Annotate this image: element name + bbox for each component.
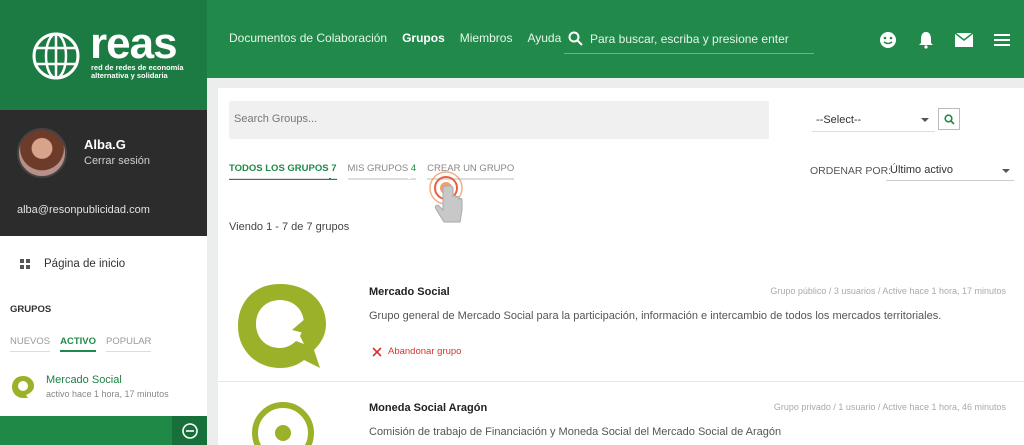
filter-select-value: --Select-- — [816, 114, 862, 126]
group-search-placeholder: Search Groups... — [234, 113, 318, 125]
mail-icon[interactable] — [954, 30, 974, 50]
grid-icon — [20, 259, 30, 269]
tab-mis-grupos[interactable]: MIS GRUPOS 4 — [347, 163, 417, 180]
profile-email: alba@resonpublicidad.com — [17, 204, 150, 216]
group-description: Grupo general de Mercado Social para la … — [369, 310, 942, 322]
brand-logo[interactable]: reas red de redes de economía alternativ… — [0, 0, 207, 110]
sidebar-item-home[interactable]: Página de inicio — [20, 258, 125, 270]
tab-nuevos[interactable]: NUEVOS — [10, 336, 51, 352]
sidebar-group-meta: activo hace 1 hora, 17 minutos — [46, 389, 169, 399]
main-content: Search Groups... --Select-- TODOS LOS GR… — [218, 88, 1024, 445]
filter-select[interactable]: --Select-- — [812, 108, 935, 132]
search-icon — [568, 31, 583, 46]
collapse-button[interactable] — [172, 416, 207, 445]
group-list-item: Mercado Social Grupo público / 3 usuario… — [218, 268, 1024, 382]
profile-panel: Alba.G Cerrar sesión alba@resonpublicida… — [0, 110, 207, 236]
sidebar-group-name[interactable]: Mercado Social — [46, 374, 169, 386]
avatar[interactable] — [17, 128, 67, 178]
hamburger-menu-icon[interactable] — [992, 30, 1012, 50]
search-icon — [943, 113, 955, 125]
group-meta: Grupo público / 3 usuarios / Active hace… — [770, 286, 1006, 296]
nav-item-miembros[interactable]: Miembros — [460, 31, 513, 45]
sidebar-group-item[interactable]: Mercado Social activo hace 1 hora, 17 mi… — [10, 374, 169, 400]
top-icons — [878, 30, 1012, 50]
nav-item-documentos[interactable]: Documentos de Colaboración — [229, 31, 387, 45]
logout-link[interactable]: Cerrar sesión — [84, 155, 150, 167]
group-list-item: Moneda Social Aragón Grupo privado / 1 u… — [218, 384, 1024, 445]
sidebar-footer — [0, 416, 207, 445]
bell-icon[interactable] — [916, 30, 936, 50]
group-name[interactable]: Mercado Social — [369, 286, 450, 298]
brand-tagline: red de redes de economía alternativa y s… — [91, 64, 184, 80]
sidebar: Alba.G Cerrar sesión alba@resonpublicida… — [0, 110, 207, 445]
smiley-icon[interactable] — [878, 30, 898, 50]
tab-todos-los-grupos[interactable]: TODOS LOS GRUPOS 7 — [229, 163, 337, 180]
tab-label: MIS GRUPOS — [347, 163, 409, 179]
main-nav: Documentos de Colaboración Grupos Miembr… — [229, 31, 576, 45]
group-name[interactable]: Moneda Social Aragón — [369, 402, 487, 414]
chevron-down-icon — [1002, 169, 1010, 173]
close-icon — [372, 346, 382, 357]
global-search-placeholder: Para buscar, escriba y presione enter — [590, 32, 789, 46]
brand-name: reas — [90, 19, 178, 68]
hand-pointer-icon — [429, 171, 463, 223]
tab-popular[interactable]: POPULAR — [106, 336, 152, 352]
nav-item-ayuda[interactable]: Ayuda — [527, 31, 561, 45]
minus-circle-icon — [181, 422, 198, 439]
globe-icon — [32, 32, 80, 80]
tab-count: 4 — [410, 163, 417, 179]
order-by-label: ORDENAR POR: — [810, 165, 892, 177]
tab-count: 7 — [331, 163, 337, 179]
sidebar-group-tabs: NUEVOS ACTIVO POPULAR — [10, 336, 152, 352]
mercado-social-logo-icon[interactable] — [234, 278, 330, 374]
group-logo-icon — [12, 376, 34, 398]
group-description: Comisión de trabajo de Financiación y Mo… — [369, 426, 782, 438]
order-by-select[interactable]: Último activo — [886, 159, 1014, 181]
tab-label: TODOS LOS GRUPOS — [229, 163, 329, 179]
chevron-down-icon — [921, 118, 929, 122]
order-by-value: Último activo — [890, 164, 953, 176]
leave-group-label: Abandonar grupo — [388, 346, 462, 357]
search-submit-button[interactable] — [938, 108, 960, 130]
global-search-input[interactable]: Para buscar, escriba y presione enter — [564, 22, 814, 54]
profile-name[interactable]: Alba.G — [84, 137, 126, 152]
nav-item-grupos[interactable]: Grupos — [402, 31, 445, 45]
results-count: Viendo 1 - 7 de 7 grupos — [229, 221, 350, 233]
moneda-social-logo-icon[interactable] — [248, 398, 318, 445]
group-meta: Grupo privado / 1 usuario / Active hace … — [773, 402, 1006, 412]
group-search-input[interactable]: Search Groups... — [229, 101, 769, 139]
sidebar-groups-title: GRUPOS — [10, 304, 52, 315]
top-bar: Documentos de Colaboración Grupos Miembr… — [207, 0, 1024, 78]
tab-activo[interactable]: ACTIVO — [60, 336, 97, 352]
tagline-line-2: alternativa y solidaria — [91, 71, 168, 80]
sidebar-home-label: Página de inicio — [44, 258, 126, 270]
leave-group-button[interactable]: Abandonar grupo — [372, 346, 461, 357]
